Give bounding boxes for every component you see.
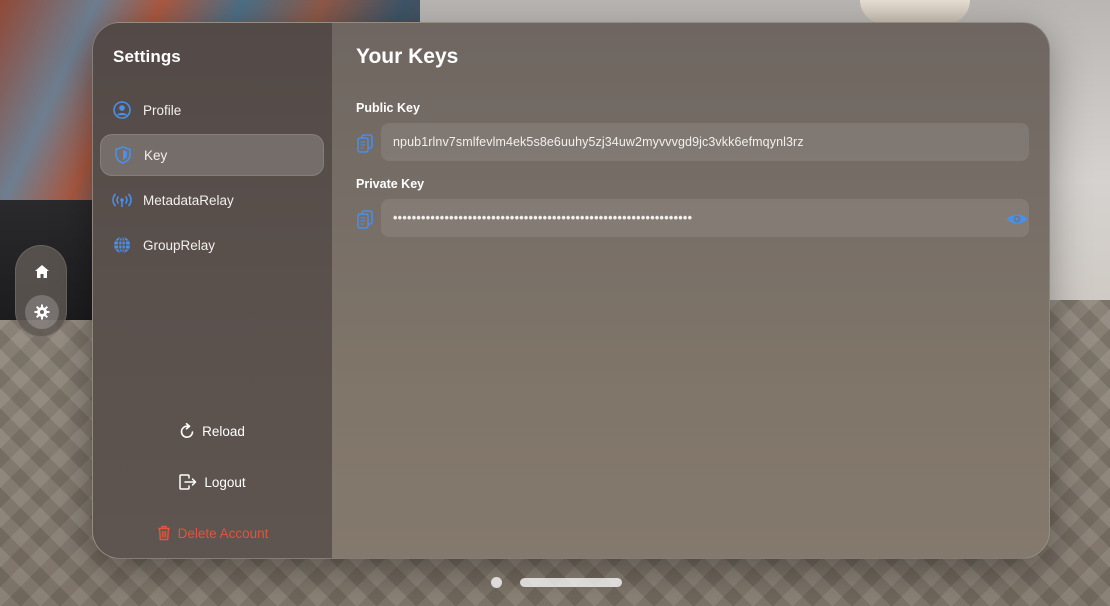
sidebar-nav: Profile Key MetadataRelay GroupRelay [100, 89, 324, 269]
delete-account-label: Delete Account [177, 525, 269, 541]
reload-button[interactable]: Reload [93, 413, 332, 449]
sidebar: Settings Profile Key MetadataRelay Group… [93, 23, 332, 558]
environment-statue [860, 0, 970, 24]
public-key-field[interactable]: npub1rlnv7smlfevlm4ek5s8e6uuhy5zj34uw2my… [381, 123, 1029, 161]
delete-account-button[interactable]: Delete Account [93, 515, 332, 551]
home-button[interactable] [25, 254, 59, 288]
page-title: Your Keys [356, 45, 459, 68]
shield-icon [113, 145, 133, 165]
public-key-label: Public Key [356, 101, 420, 115]
logout-button[interactable]: Logout [93, 464, 332, 500]
sidebar-item-label: GroupRelay [143, 237, 216, 253]
logout-icon [179, 474, 197, 490]
sidebar-actions: Reload Logout Delete Account [93, 413, 332, 558]
logout-label: Logout [204, 474, 246, 490]
sidebar-item-key[interactable]: Key [100, 134, 324, 176]
sidebar-title: Settings [113, 47, 181, 66]
antenna-icon [112, 190, 132, 210]
sidebar-item-profile[interactable]: Profile [100, 89, 324, 131]
eye-icon [1007, 214, 1027, 224]
person-circle-icon [112, 100, 132, 120]
trash-icon [157, 525, 171, 541]
gear-icon [34, 304, 50, 320]
settings-button[interactable] [25, 295, 59, 329]
sidebar-item-grouprelay[interactable]: GroupRelay [100, 224, 324, 266]
reload-icon [180, 423, 195, 439]
private-key-field[interactable]: ••••••••••••••••••••••••••••••••••••••••… [381, 199, 1029, 237]
reload-label: Reload [202, 423, 245, 439]
tab-ornament [15, 245, 67, 337]
reveal-private-key-button[interactable] [1006, 211, 1028, 227]
sidebar-item-label: Profile [143, 102, 182, 118]
copy-private-key-button[interactable] [356, 209, 374, 229]
house-icon [35, 264, 49, 278]
settings-window: Settings Profile Key MetadataRelay Group… [92, 22, 1050, 559]
sidebar-item-label: MetadataRelay [143, 192, 234, 208]
main-content: Your Keys Public Key npub1rlnv7smlfevlm4… [332, 23, 1049, 558]
window-grab-bar[interactable] [520, 578, 622, 587]
sidebar-item-label: Key [144, 147, 168, 163]
window-close-dot[interactable] [491, 577, 502, 588]
copy-public-key-button[interactable] [356, 133, 374, 153]
copy-icon [357, 209, 373, 229]
sidebar-item-metadatarelay[interactable]: MetadataRelay [100, 179, 324, 221]
copy-icon [357, 133, 373, 153]
globe-icon [112, 235, 132, 255]
private-key-label: Private Key [356, 177, 425, 191]
